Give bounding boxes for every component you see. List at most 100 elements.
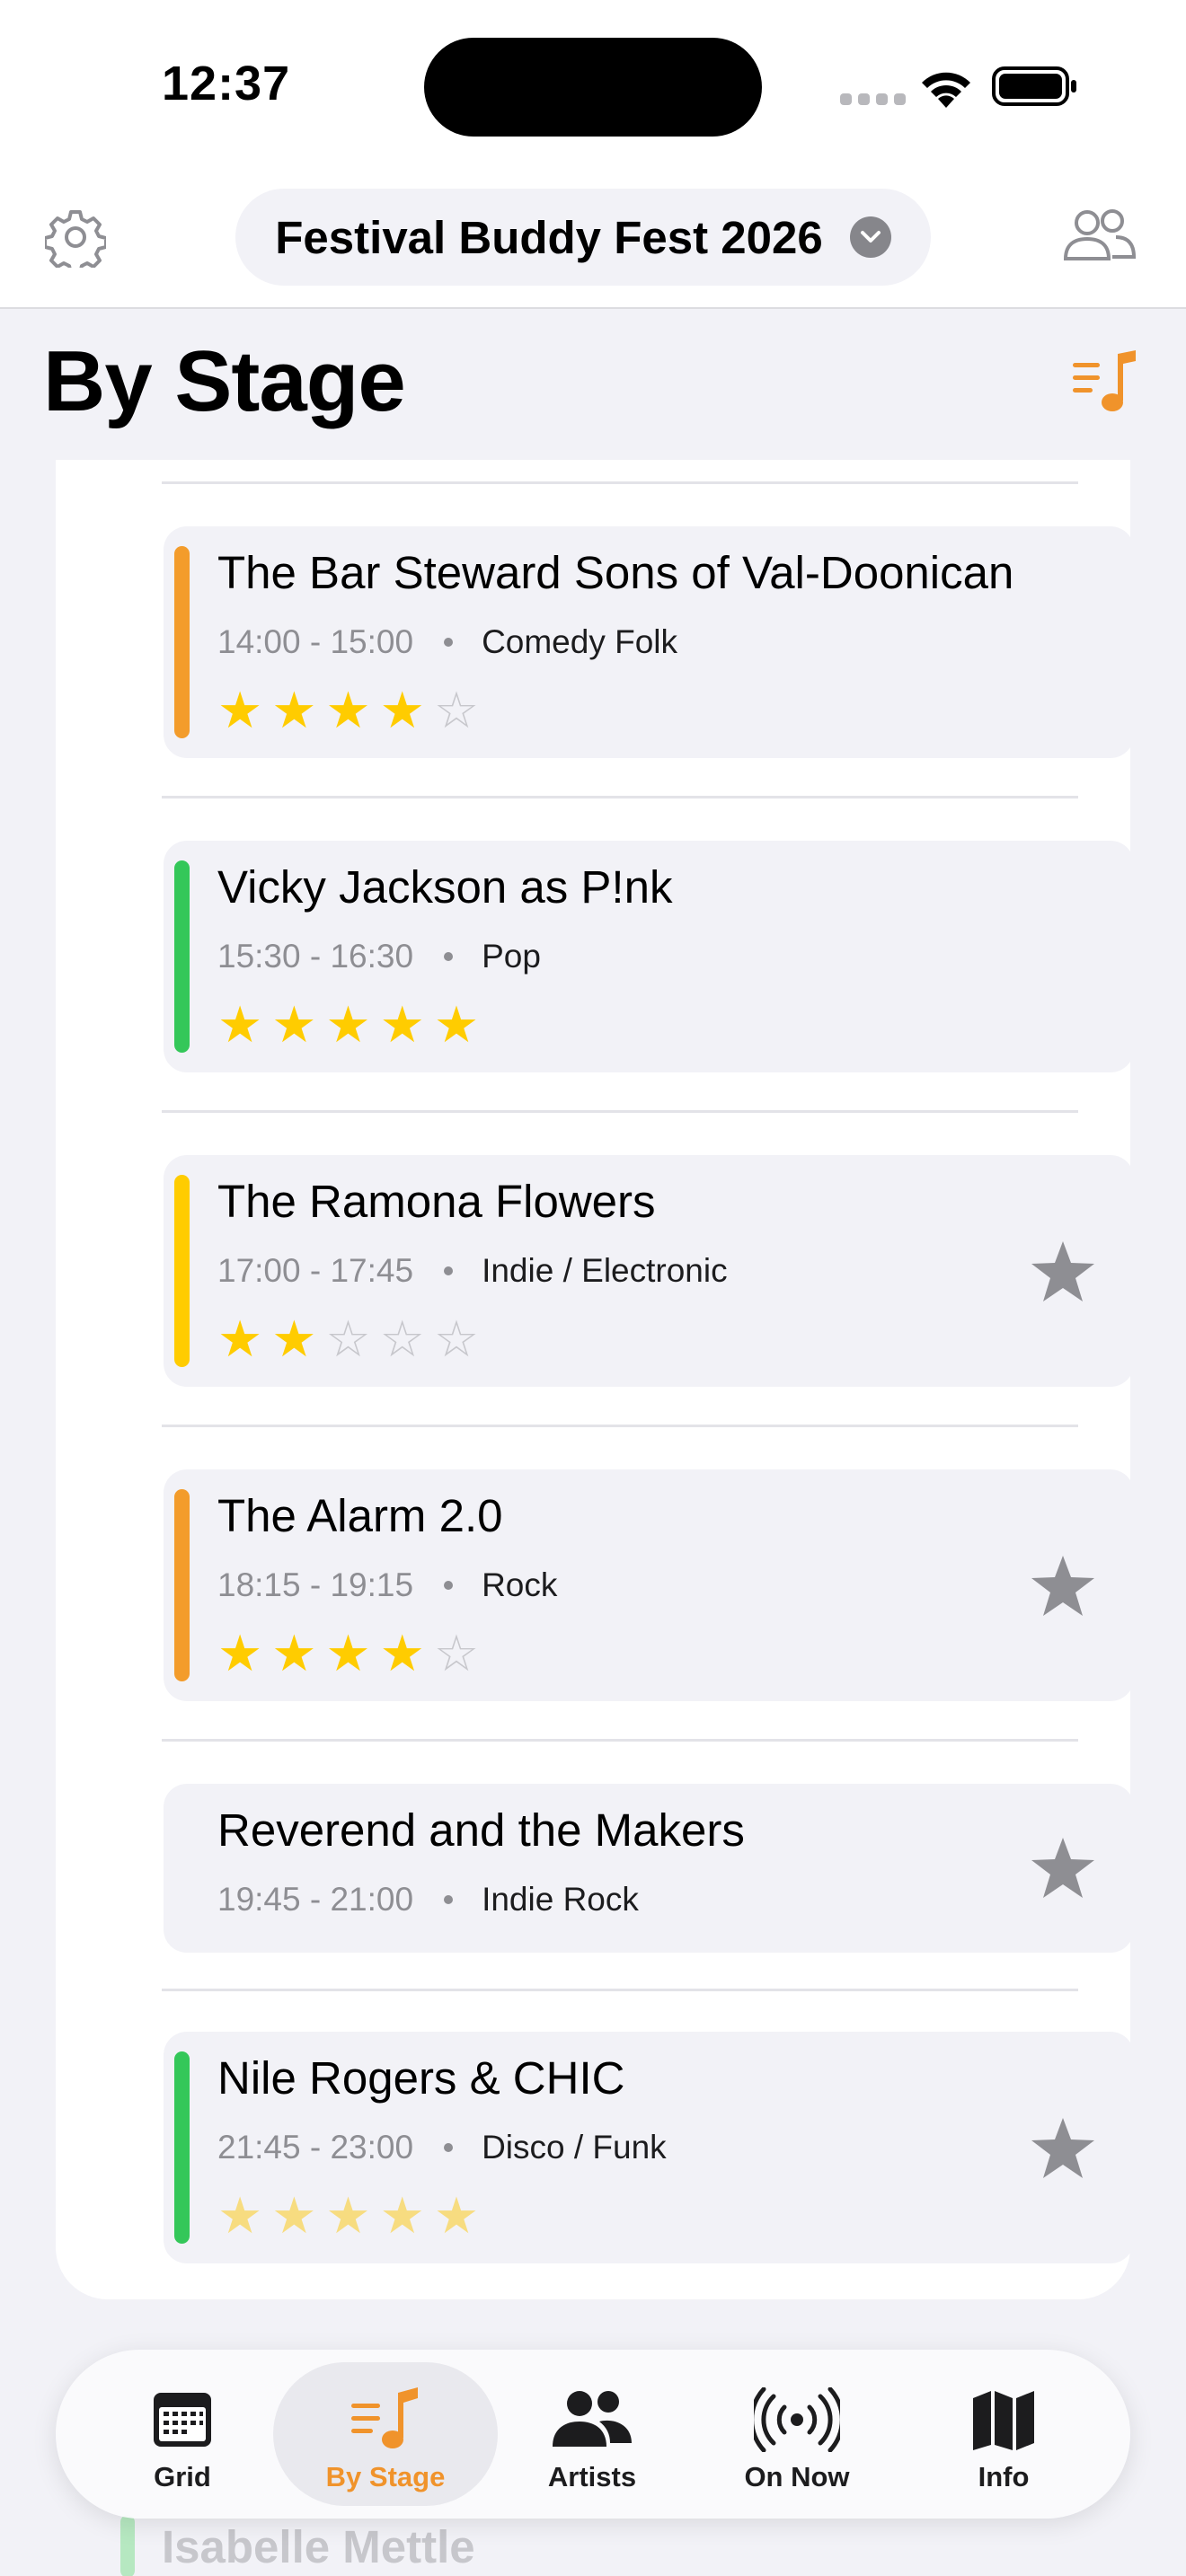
meta-separator-dot: [444, 952, 454, 961]
meta-separator-dot: [444, 1266, 454, 1275]
event-genre: Pop: [482, 938, 541, 975]
event-time: 14:00 - 15:00: [217, 623, 414, 660]
favourite-star-icon[interactable]: [1030, 1239, 1096, 1304]
event-time: 18:15 - 19:15: [217, 1566, 414, 1603]
stage-schedule-list: The Bar Steward Sons of Val-Doonican 14:…: [56, 460, 1134, 2299]
top-header: Festival Buddy Fest 2026: [0, 171, 1186, 309]
favourite-star-icon[interactable]: [1030, 1836, 1096, 1901]
star-filled-icon: ★: [379, 682, 425, 740]
meta-separator-dot: [444, 638, 454, 647]
rating-stars[interactable]: ★ ★ ★ ★ ☆: [217, 1629, 479, 1680]
stage-color-stripe: [174, 1489, 190, 1681]
event-row[interactable]: Vicky Jackson as P!nk 15:30 - 16:30 Pop …: [164, 841, 1134, 1072]
broadcast-icon: [754, 2387, 840, 2452]
star-outline-icon: ☆: [325, 1310, 371, 1369]
event-meta: 14:00 - 15:00 Comedy Folk: [217, 623, 677, 661]
star-filled-icon: ★: [217, 2187, 263, 2245]
music-list-icon[interactable]: [1071, 350, 1139, 415]
event-artist-name: The Ramona Flowers: [217, 1176, 656, 1227]
event-row[interactable]: The Bar Steward Sons of Val-Doonican 14:…: [164, 526, 1134, 758]
rating-stars[interactable]: ★ ★ ★ ★ ★: [217, 1001, 479, 1051]
stage-color-stripe: [174, 1175, 190, 1367]
meta-separator-dot: [444, 1581, 454, 1590]
star-filled-icon: ★: [325, 682, 371, 740]
bottom-tab-bar: Grid By Stage Artists On Now Info: [56, 2350, 1130, 2519]
star-outline-icon: ☆: [433, 1625, 480, 1683]
event-artist-name: Reverend and the Makers: [217, 1804, 745, 1856]
row-separator: [162, 1989, 1078, 1991]
group-people-icon[interactable]: [1060, 205, 1137, 266]
tab-label: Info: [978, 2461, 1030, 2492]
festival-name: Festival Buddy Fest 2026: [275, 211, 823, 263]
cellular-signal-icon: [840, 93, 906, 105]
event-time: 15:30 - 16:30: [217, 938, 414, 975]
star-filled-icon: ★: [271, 682, 317, 740]
star-filled-icon: ★: [271, 1310, 317, 1369]
row-separator: [162, 1425, 1078, 1427]
settings-gear-icon[interactable]: [45, 207, 106, 268]
event-time: 19:45 - 21:00: [217, 1881, 414, 1918]
tab-info[interactable]: Info: [891, 2362, 1116, 2506]
star-filled-icon: ★: [271, 2187, 317, 2245]
rating-stars[interactable]: ★ ★ ★ ★ ★: [217, 2192, 479, 2242]
event-meta: 19:45 - 21:00 Indie Rock: [217, 1881, 639, 1919]
event-genre: Comedy Folk: [482, 623, 678, 660]
chevron-down-icon: [849, 216, 891, 258]
event-row[interactable]: The Alarm 2.0 18:15 - 19:15 Rock ★ ★ ★ ★…: [164, 1469, 1134, 1701]
event-artist-name: Vicky Jackson as P!nk: [217, 861, 673, 913]
dynamic-island: [424, 38, 762, 137]
star-filled-icon: ★: [379, 996, 425, 1054]
star-outline-icon: ☆: [433, 1310, 480, 1369]
event-genre: Rock: [482, 1566, 558, 1603]
event-meta: 21:45 - 23:00 Disco / Funk: [217, 2129, 667, 2166]
stage-color-stripe: [174, 860, 190, 1053]
event-genre: Indie / Electronic: [482, 1252, 728, 1289]
tab-label: Artists: [547, 2461, 637, 2492]
tab-grid[interactable]: Grid: [70, 2362, 295, 2506]
star-filled-icon: ★: [217, 1625, 263, 1683]
tab-label: Grid: [154, 2461, 211, 2492]
row-separator: [162, 481, 1078, 484]
meta-separator-dot: [444, 1895, 454, 1904]
favourite-star-icon[interactable]: [1030, 2116, 1096, 2181]
people-icon: [553, 2391, 632, 2447]
tab-on-now[interactable]: On Now: [685, 2362, 909, 2506]
tab-artists[interactable]: Artists: [480, 2362, 704, 2506]
festival-selector[interactable]: Festival Buddy Fest 2026: [235, 189, 931, 286]
event-artist-name: Nile Rogers & CHIC: [217, 2052, 625, 2104]
event-row[interactable]: Reverend and the Makers 19:45 - 21:00 In…: [164, 1784, 1134, 1953]
star-filled-icon: ★: [433, 2187, 480, 2245]
rating-stars[interactable]: ★ ★ ☆ ☆ ☆: [217, 1315, 479, 1365]
status-time: 12:37: [162, 57, 291, 110]
tab-label: By Stage: [325, 2461, 446, 2492]
event-genre: Indie Rock: [482, 1881, 639, 1918]
rating-stars[interactable]: ★ ★ ★ ★ ☆: [217, 686, 479, 737]
calendar-grid-icon: [154, 2393, 211, 2447]
star-filled-icon: ★: [433, 996, 480, 1054]
favourite-star-icon[interactable]: [1030, 1554, 1096, 1619]
stage-color-stripe: [174, 2051, 190, 2244]
star-filled-icon: ★: [325, 2187, 371, 2245]
stage-color-stripe: [120, 2515, 135, 2576]
wifi-icon: [922, 72, 970, 108]
star-outline-icon: ☆: [433, 682, 480, 740]
battery-icon: [992, 66, 1076, 106]
event-genre: Disco / Funk: [482, 2129, 667, 2166]
event-row[interactable]: The Ramona Flowers 17:00 - 17:45 Indie /…: [164, 1155, 1134, 1387]
row-separator: [162, 1739, 1078, 1742]
event-meta: 18:15 - 19:15 Rock: [217, 1566, 557, 1604]
star-filled-icon: ★: [271, 996, 317, 1054]
tab-label: On Now: [744, 2461, 850, 2492]
tab-by-stage[interactable]: By Stage: [273, 2362, 498, 2506]
event-row[interactable]: Nile Rogers & CHIC 21:45 - 23:00 Disco /…: [164, 2032, 1134, 2263]
star-filled-icon: ★: [217, 1310, 263, 1369]
star-filled-icon: ★: [325, 1625, 371, 1683]
star-filled-icon: ★: [379, 1625, 425, 1683]
event-meta: 17:00 - 17:45 Indie / Electronic: [217, 1252, 728, 1290]
stage-color-stripe: [174, 546, 190, 738]
star-filled-icon: ★: [379, 2187, 425, 2245]
event-artist-name: The Bar Steward Sons of Val-Doonican: [217, 547, 1014, 598]
music-list-icon: [351, 2387, 418, 2448]
star-outline-icon: ☆: [379, 1310, 425, 1369]
row-separator: [162, 796, 1078, 798]
